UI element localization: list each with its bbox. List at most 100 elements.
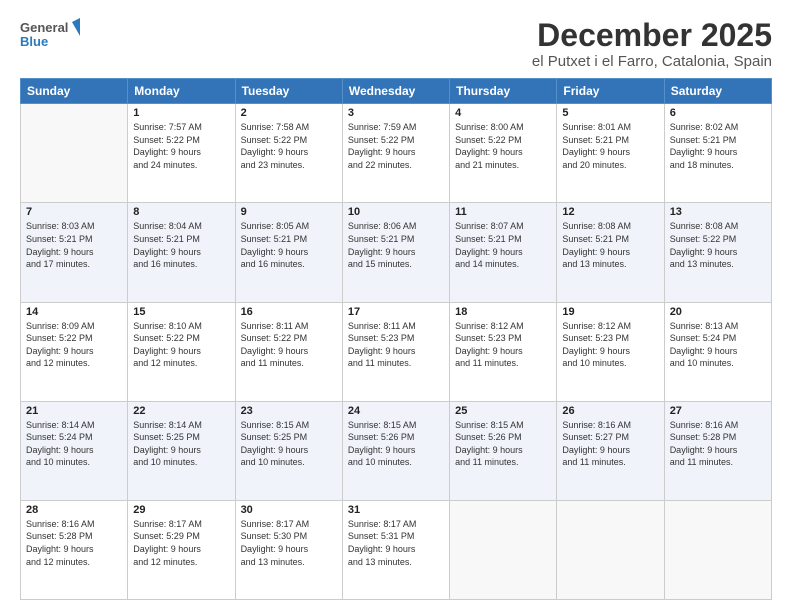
calendar-cell: 29 Sunrise: 8:17 AMSunset: 5:29 PMDayligh… [128, 500, 235, 599]
day-number: 30 [241, 504, 337, 516]
calendar-cell: 2 Sunrise: 7:58 AMSunset: 5:22 PMDaylight… [235, 104, 342, 203]
day-number: 4 [455, 107, 551, 119]
day-info: Sunrise: 8:15 AMSunset: 5:25 PMDaylight:… [241, 419, 337, 469]
day-number: 20 [670, 306, 766, 318]
day-number: 10 [348, 206, 444, 218]
day-info: Sunrise: 8:15 AMSunset: 5:26 PMDaylight:… [348, 419, 444, 469]
day-number: 25 [455, 405, 551, 417]
day-info: Sunrise: 7:59 AMSunset: 5:22 PMDaylight:… [348, 121, 444, 171]
calendar-cell [664, 500, 771, 599]
calendar-cell: 18Sunrise: 8:12 AMSunset: 5:23 PMDayligh… [450, 302, 557, 401]
calendar-cell: 26Sunrise: 8:16 AMSunset: 5:27 PMDayligh… [557, 401, 664, 500]
day-info: Sunrise: 8:17 AMSunset: 5:31 PMDaylight:… [348, 518, 444, 568]
day-info: Sunrise: 8:08 AMSunset: 5:22 PMDaylight:… [670, 220, 766, 270]
day-info: Sunrise: 8:12 AMSunset: 5:23 PMDaylight:… [455, 320, 551, 370]
calendar-cell: 19 Sunrise: 8:12 AMSunset: 5:23 PMDayligh… [557, 302, 664, 401]
calendar-cell: 31 Sunrise: 8:17 AMSunset: 5:31 PMDayligh… [342, 500, 449, 599]
calendar-cell: 25Sunrise: 8:15 AMSunset: 5:26 PMDayligh… [450, 401, 557, 500]
calendar-cell [21, 104, 128, 203]
day-number: 22 [133, 405, 229, 417]
weekday-header: Thursday [450, 79, 557, 104]
calendar-week-row: 21Sunrise: 8:14 AMSunset: 5:24 PMDayligh… [21, 401, 772, 500]
calendar-cell: 7Sunrise: 8:03 AMSunset: 5:21 PMDaylight… [21, 203, 128, 302]
svg-text:Blue: Blue [20, 34, 48, 49]
day-info: Sunrise: 7:58 AMSunset: 5:22 PMDaylight:… [241, 121, 337, 171]
calendar-cell: 15 Sunrise: 8:10 AMSunset: 5:22 PMDayligh… [128, 302, 235, 401]
calendar-cell: 17 Sunrise: 8:11 AMSunset: 5:23 PMDayligh… [342, 302, 449, 401]
day-info: Sunrise: 8:00 AMSunset: 5:22 PMDaylight:… [455, 121, 551, 171]
day-number: 6 [670, 107, 766, 119]
calendar-cell: 13 Sunrise: 8:08 AMSunset: 5:22 PMDayligh… [664, 203, 771, 302]
day-number: 19 [562, 306, 658, 318]
day-info: Sunrise: 8:05 AMSunset: 5:21 PMDaylight:… [241, 220, 337, 270]
calendar-cell: 21Sunrise: 8:14 AMSunset: 5:24 PMDayligh… [21, 401, 128, 500]
header: General Blue December 2025 el Putxet i e… [20, 18, 772, 70]
weekday-header: Friday [557, 79, 664, 104]
day-info: Sunrise: 8:06 AMSunset: 5:21 PMDaylight:… [348, 220, 444, 270]
day-info: Sunrise: 8:10 AMSunset: 5:22 PMDaylight:… [133, 320, 229, 370]
calendar-cell: 20 Sunrise: 8:13 AMSunset: 5:24 PMDayligh… [664, 302, 771, 401]
calendar-cell [557, 500, 664, 599]
day-number: 17 [348, 306, 444, 318]
day-number: 11 [455, 206, 551, 218]
day-number: 29 [133, 504, 229, 516]
location-subtitle: el Putxet i el Farro, Catalonia, Spain [532, 53, 772, 70]
day-info: Sunrise: 8:16 AMSunset: 5:27 PMDaylight:… [562, 419, 658, 469]
logo: General Blue [20, 18, 80, 54]
month-title: December 2025 [532, 18, 772, 53]
day-number: 9 [241, 206, 337, 218]
day-info: Sunrise: 8:08 AMSunset: 5:21 PMDaylight:… [562, 220, 658, 270]
calendar-week-row: 28 Sunrise: 8:16 AMSunset: 5:28 PMDayligh… [21, 500, 772, 599]
day-info: Sunrise: 8:11 AMSunset: 5:22 PMDaylight:… [241, 320, 337, 370]
day-number: 27 [670, 405, 766, 417]
calendar-cell: 22 Sunrise: 8:14 AMSunset: 5:25 PMDayligh… [128, 401, 235, 500]
day-number: 16 [241, 306, 337, 318]
day-info: Sunrise: 8:11 AMSunset: 5:23 PMDaylight:… [348, 320, 444, 370]
day-number: 24 [348, 405, 444, 417]
calendar-cell: 12Sunrise: 8:08 AMSunset: 5:21 PMDayligh… [557, 203, 664, 302]
day-number: 5 [562, 107, 658, 119]
logo-svg: General Blue [20, 18, 80, 54]
day-info: Sunrise: 8:02 AMSunset: 5:21 PMDaylight:… [670, 121, 766, 171]
day-info: Sunrise: 8:16 AMSunset: 5:28 PMDaylight:… [26, 518, 122, 568]
day-number: 2 [241, 107, 337, 119]
calendar-cell: 10 Sunrise: 8:06 AMSunset: 5:21 PMDayligh… [342, 203, 449, 302]
day-info: Sunrise: 8:14 AMSunset: 5:24 PMDaylight:… [26, 419, 122, 469]
calendar-cell: 24 Sunrise: 8:15 AMSunset: 5:26 PMDayligh… [342, 401, 449, 500]
day-number: 13 [670, 206, 766, 218]
day-info: Sunrise: 8:09 AMSunset: 5:22 PMDaylight:… [26, 320, 122, 370]
calendar-cell: 5 Sunrise: 8:01 AMSunset: 5:21 PMDaylight… [557, 104, 664, 203]
day-info: Sunrise: 8:12 AMSunset: 5:23 PMDaylight:… [562, 320, 658, 370]
calendar-week-row: 14 Sunrise: 8:09 AMSunset: 5:22 PMDayligh… [21, 302, 772, 401]
page: General Blue December 2025 el Putxet i e… [0, 0, 792, 612]
day-info: Sunrise: 8:03 AMSunset: 5:21 PMDaylight:… [26, 220, 122, 270]
calendar-table: SundayMondayTuesdayWednesdayThursdayFrid… [20, 78, 772, 600]
calendar-cell: 16 Sunrise: 8:11 AMSunset: 5:22 PMDayligh… [235, 302, 342, 401]
calendar-cell: 27Sunrise: 8:16 AMSunset: 5:28 PMDayligh… [664, 401, 771, 500]
calendar-cell: 6 Sunrise: 8:02 AMSunset: 5:21 PMDaylight… [664, 104, 771, 203]
weekday-header: Saturday [664, 79, 771, 104]
day-info: Sunrise: 8:13 AMSunset: 5:24 PMDaylight:… [670, 320, 766, 370]
calendar-week-row: 7Sunrise: 8:03 AMSunset: 5:21 PMDaylight… [21, 203, 772, 302]
weekday-header: Tuesday [235, 79, 342, 104]
calendar-cell: 1Sunrise: 7:57 AMSunset: 5:22 PMDaylight… [128, 104, 235, 203]
day-info: Sunrise: 8:01 AMSunset: 5:21 PMDaylight:… [562, 121, 658, 171]
day-number: 28 [26, 504, 122, 516]
calendar-cell: 30Sunrise: 8:17 AMSunset: 5:30 PMDayligh… [235, 500, 342, 599]
day-number: 31 [348, 504, 444, 516]
calendar-cell: 14 Sunrise: 8:09 AMSunset: 5:22 PMDayligh… [21, 302, 128, 401]
day-info: Sunrise: 8:04 AMSunset: 5:21 PMDaylight:… [133, 220, 229, 270]
day-number: 14 [26, 306, 122, 318]
calendar-cell: 23Sunrise: 8:15 AMSunset: 5:25 PMDayligh… [235, 401, 342, 500]
calendar-cell: 28 Sunrise: 8:16 AMSunset: 5:28 PMDayligh… [21, 500, 128, 599]
title-block: December 2025 el Putxet i el Farro, Cata… [532, 18, 772, 70]
calendar-cell: 9 Sunrise: 8:05 AMSunset: 5:21 PMDaylight… [235, 203, 342, 302]
day-info: Sunrise: 8:14 AMSunset: 5:25 PMDaylight:… [133, 419, 229, 469]
day-info: Sunrise: 8:17 AMSunset: 5:29 PMDaylight:… [133, 518, 229, 568]
calendar-cell: 4 Sunrise: 8:00 AMSunset: 5:22 PMDaylight… [450, 104, 557, 203]
weekday-header: Monday [128, 79, 235, 104]
day-number: 15 [133, 306, 229, 318]
calendar-cell: 8Sunrise: 8:04 AMSunset: 5:21 PMDaylight… [128, 203, 235, 302]
day-number: 3 [348, 107, 444, 119]
weekday-header-row: SundayMondayTuesdayWednesdayThursdayFrid… [21, 79, 772, 104]
